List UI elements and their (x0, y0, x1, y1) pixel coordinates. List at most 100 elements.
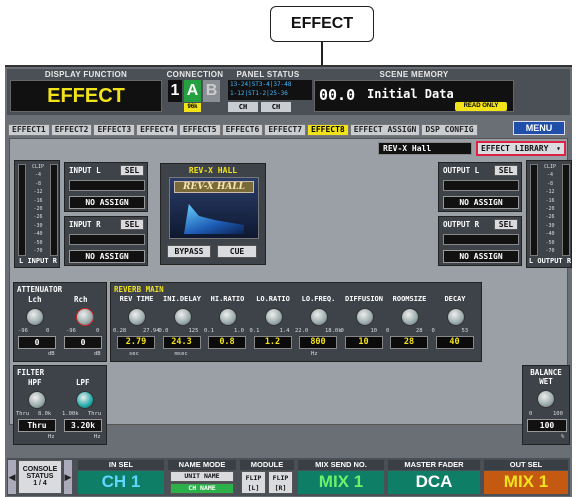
tab-effect-assign[interactable]: EFFECT ASSIGN (349, 124, 421, 136)
tab-effect6[interactable]: EFFECT6 (221, 124, 264, 136)
input-r-slot (69, 234, 145, 245)
reverb-main-title: REVERB MAIN (114, 285, 164, 294)
lpf-knob[interactable] (76, 391, 94, 409)
reverb-param-max: 10 (370, 328, 378, 334)
rev-x-graphic: REV-X HALL (169, 177, 259, 239)
reverb-param-label: HI.RATIO (210, 295, 245, 303)
tab-effect7[interactable]: EFFECT7 (264, 124, 307, 136)
lch-value[interactable]: 0 (18, 336, 56, 349)
rev-x-panel: REV-X HALL REV-X HALL BYPASS CUE (160, 163, 266, 265)
status-next-arrow-icon[interactable]: ▶ (64, 460, 72, 494)
dropdown-arrow-icon: ▾ (556, 144, 561, 153)
reverb-param-knob[interactable] (219, 308, 237, 326)
connection-b[interactable]: B (203, 80, 220, 102)
reverb-param-knob[interactable] (264, 308, 283, 326)
tab-effect5[interactable]: EFFECT5 (178, 124, 221, 136)
reverb-param-min: 22.0 (295, 328, 309, 334)
rch-knob[interactable] (76, 308, 94, 326)
tab-effect1[interactable]: EFFECT1 (8, 124, 50, 136)
reverb-param-knob[interactable] (173, 308, 192, 326)
tab-dsp-config[interactable]: DSP CONFIG (421, 124, 478, 136)
reverb-param-min: 0 (431, 328, 435, 334)
ch-name-button[interactable]: CH NAME (170, 483, 234, 494)
input-l-sel-button[interactable]: SEL (120, 165, 144, 176)
reverb-param-max: 1.4 (279, 328, 290, 334)
lch-max: 0 (46, 328, 50, 334)
attenuator-lch-label: Lch (28, 295, 42, 304)
reverb-param-min: 0.1 (204, 328, 214, 334)
input-l-slot (69, 180, 145, 191)
reverb-param-value[interactable]: 40 (435, 336, 474, 349)
input-r-sel-button[interactable]: SEL (120, 219, 144, 230)
output-r-sel-button[interactable]: SEL (494, 219, 518, 230)
meter-scale-mark: -16 (545, 197, 555, 204)
output-r-slot (443, 234, 519, 245)
hpf-knob[interactable] (28, 391, 46, 409)
unit-name-button[interactable]: UNIT NAME (170, 471, 234, 482)
reverb-param-knob[interactable] (355, 308, 374, 326)
flip-r-button[interactable]: FLIP [R] (268, 471, 293, 494)
reverb-param-label: ROOMSIZE (392, 295, 427, 303)
input-meter-label: L INPUT R (19, 257, 57, 265)
effect-library-button[interactable]: EFFECT LIBRARY ▾ (476, 141, 566, 156)
input-l-assign[interactable]: NO ASSIGN (69, 196, 145, 209)
scene-number: 00.0 (319, 86, 356, 104)
mix-send-value[interactable]: MIX 1 (298, 471, 384, 494)
reverb-param-value[interactable]: 28 (390, 336, 428, 349)
display-function-value: EFFECT (10, 80, 162, 112)
output-r-assign[interactable]: NO ASSIGN (443, 250, 519, 263)
tab-effect8[interactable]: EFFECT8 (307, 124, 349, 136)
input-meter-l (18, 164, 26, 256)
reverb-param-value[interactable]: 800 (299, 336, 337, 349)
reverb-param-knob[interactable] (310, 308, 328, 326)
cue-button[interactable]: CUE (217, 245, 257, 258)
rch-value[interactable]: 0 (64, 336, 102, 349)
reverb-param-value[interactable]: 24.3 (162, 336, 201, 349)
meter-scale-mark: -30 (33, 222, 43, 229)
reverb-param-knob[interactable] (446, 308, 465, 326)
menu-button[interactable]: MENU (513, 121, 565, 135)
reverb-param-value[interactable]: 2.79 (117, 336, 155, 349)
connection-number: 1 (168, 80, 182, 102)
meter-scale-mark: -8 (34, 180, 42, 187)
filter-title: FILTER (17, 368, 45, 377)
balance-unit: % (561, 434, 565, 440)
read-only-badge: READ ONLY (455, 102, 507, 111)
lpf-value[interactable]: 3.20k (64, 419, 102, 432)
reverb-param-value[interactable]: 0.8 (208, 336, 246, 349)
input-r-assign[interactable]: NO ASSIGN (69, 250, 145, 263)
output-l-assign[interactable]: NO ASSIGN (443, 196, 519, 209)
attenuator-rch-label: Rch (74, 295, 88, 304)
tab-effect4[interactable]: EFFECT4 (136, 124, 178, 136)
output-l-sel-button[interactable]: SEL (494, 165, 518, 176)
panel-status-n2: 25-36 (269, 90, 288, 97)
panel-status-display: 13-24|ST3-4|37-48 1-12|ST1-2|25-36 (228, 80, 312, 100)
status-prev-arrow-icon[interactable]: ◀ (8, 460, 16, 494)
out-sel-value[interactable]: MIX 1 (484, 471, 568, 494)
meter-scale-mark: -20 (33, 206, 43, 213)
balance-value[interactable]: 100 (527, 419, 567, 432)
master-fader-value[interactable]: DCA (388, 471, 480, 494)
reverb-param-value[interactable]: 10 (344, 336, 383, 349)
console-status-button[interactable]: CONSOLE STATUS 1 / 4 (18, 460, 62, 494)
connection-a[interactable]: A (184, 80, 201, 102)
meter-scale-mark: -40 (545, 231, 555, 238)
out-sel-label: OUT SEL (484, 460, 568, 470)
input-meter-panel: CLIP -4 -8 -12 -16 -20 -26 -30 -40 -50 -70 L INPUT… (14, 160, 60, 268)
reverb-param-value[interactable]: 1.2 (253, 336, 292, 349)
bypass-button[interactable]: BYPASS (167, 245, 211, 258)
lpf-unit: Hz (94, 434, 101, 440)
lch-knob[interactable] (26, 308, 44, 326)
tab-effect2[interactable]: EFFECT2 (50, 124, 93, 136)
rch-max: 0 (96, 328, 100, 334)
balance-knob[interactable] (537, 390, 555, 408)
hpf-value[interactable]: Thru (18, 419, 56, 432)
scene-memory-display[interactable]: 00.0 Initial Data READ ONLY (314, 80, 514, 112)
hpf-max: 8.0k (38, 411, 52, 417)
tab-effect3[interactable]: EFFECT3 (93, 124, 136, 136)
lpf-label: LPF (76, 378, 90, 387)
reverb-param-knob[interactable] (128, 308, 146, 326)
in-sel-value[interactable]: CH 1 (78, 471, 164, 494)
flip-l-button[interactable]: FLIP [L] (241, 471, 266, 494)
reverb-param-knob[interactable] (401, 308, 419, 326)
